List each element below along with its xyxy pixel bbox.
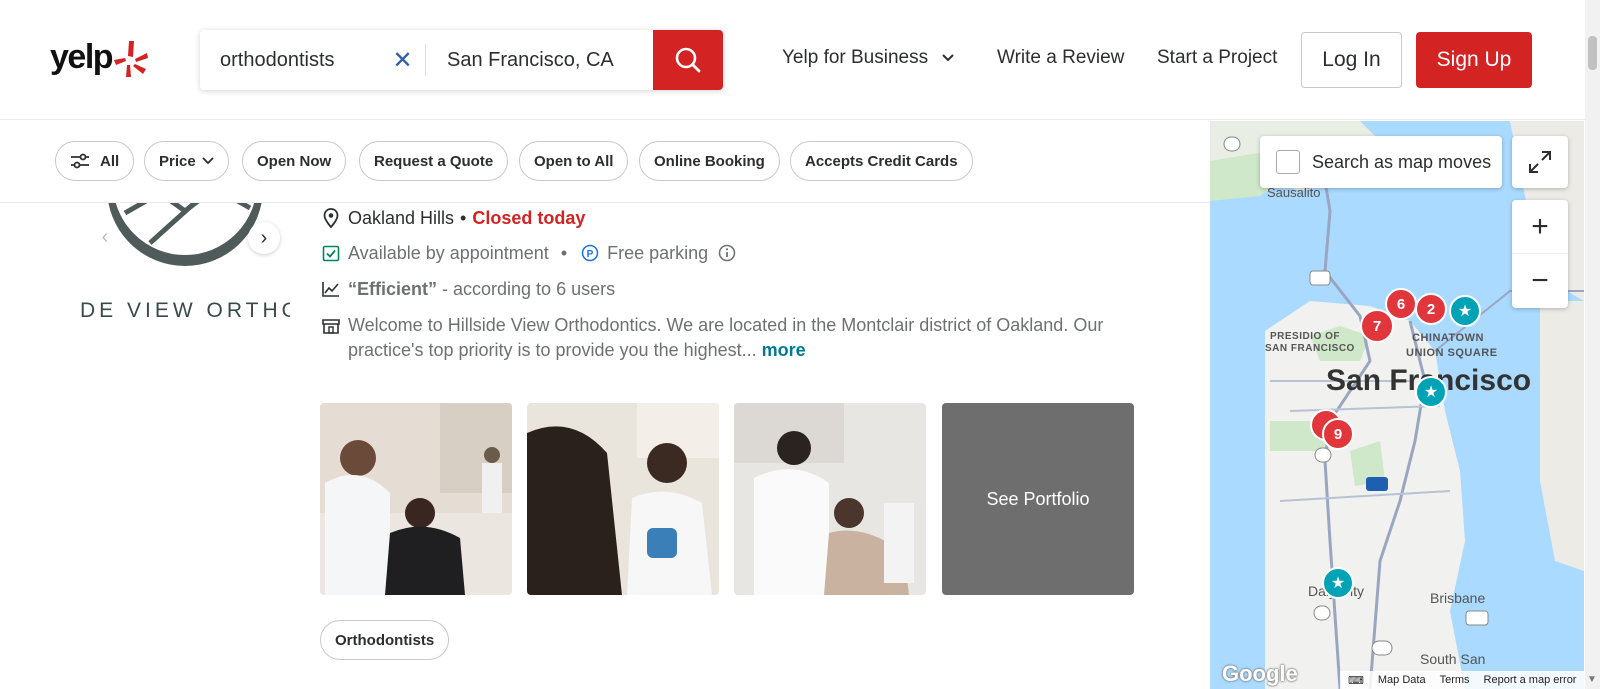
map-pin-icon (320, 207, 342, 229)
write-review-link[interactable]: Write a Review (997, 47, 1124, 69)
start-project-link[interactable]: Start a Project (1157, 47, 1277, 69)
location-row: Oakland Hills • Closed today (320, 207, 585, 229)
carousel-next-button[interactable]: › (248, 222, 280, 254)
search-result: DE VIEW ORTHODO ‹ › Oakland Hills • Clos… (0, 203, 1210, 689)
star-icon: ★ (1457, 303, 1473, 320)
google-logo: Google (1222, 661, 1298, 686)
parking-text: Free parking (607, 242, 709, 263)
header: yelp orthodontists ✕ San Francisco, CA Y… (0, 0, 1585, 120)
svg-text:P: P (587, 249, 594, 260)
calendar-check-icon (320, 242, 342, 264)
category-tag[interactable]: Orthodontists (320, 620, 450, 660)
report-map-error-link[interactable]: Report a map error (1484, 674, 1577, 686)
zoom-out-button[interactable]: − (1512, 254, 1568, 308)
chevron-down-icon (942, 54, 955, 62)
map-label: SAN FRANCISCO (1265, 343, 1355, 354)
carousel-prev-button[interactable]: ‹ (90, 222, 120, 252)
map-marker-star[interactable]: ★ (1322, 567, 1354, 599)
more-link[interactable]: more (762, 340, 806, 360)
review-highlight-row: “Efficient” - according to 6 users (320, 278, 615, 300)
map-marker[interactable]: 9 (1322, 418, 1354, 450)
chevron-down-icon (202, 157, 214, 165)
storefront-icon (320, 315, 342, 337)
trend-up-icon (320, 278, 342, 300)
search-as-map-moves-label: Search as map moves (1312, 151, 1492, 172)
search-as-map-moves-checkbox[interactable] (1276, 150, 1300, 174)
search-bar: orthodontists ✕ San Francisco, CA (200, 30, 723, 90)
filter-all-chip[interactable]: All (55, 141, 135, 181)
yelp-logo[interactable]: yelp (50, 38, 149, 77)
terms-link[interactable]: Terms (1440, 674, 1470, 686)
yelp-for-business-menu[interactable]: Yelp for Business (782, 47, 955, 69)
map-label: UNION SQUARE (1406, 347, 1498, 359)
star-icon: ★ (1423, 384, 1439, 401)
yelp-for-business-label: Yelp for Business (782, 47, 929, 68)
highlight-source: - according to 6 users (437, 278, 616, 299)
scrollbar-thumb[interactable] (1588, 36, 1597, 70)
map-label: CHINATOWN (1412, 332, 1484, 344)
log-in-button[interactable]: Log In (1301, 32, 1402, 88)
filter-open-now-chip[interactable]: Open Now (242, 141, 347, 181)
search-icon (675, 47, 701, 73)
chevron-right-icon: › (260, 226, 268, 249)
business-logo-text: DE VIEW ORTHODO (80, 299, 290, 322)
close-icon: ✕ (392, 46, 413, 74)
filter-online-booking-chip[interactable]: Online Booking (639, 141, 780, 181)
business-photo[interactable] (320, 403, 512, 595)
plus-icon: + (1531, 209, 1549, 243)
expand-icon (1529, 151, 1551, 173)
zoom-controls: + − (1512, 200, 1568, 308)
map-marker[interactable]: 7 (1360, 309, 1394, 343)
minus-icon: − (1531, 264, 1549, 297)
keyboard-icon[interactable]: ⌨ (1348, 674, 1364, 687)
page-scrollbar[interactable]: ▼ (1585, 0, 1600, 689)
sliders-icon (71, 153, 89, 169)
highlight-quote: “Efficient” (348, 278, 438, 299)
star-icon: ★ (1330, 575, 1346, 592)
description-body: Welcome to Hillside View Orthodontics. W… (348, 315, 1104, 360)
map-marker[interactable]: 2 (1415, 293, 1447, 325)
business-photo[interactable] (527, 403, 719, 595)
filter-price-label: Price (159, 152, 196, 170)
amenities-row: Available by appointment • P Free parkin… (320, 242, 744, 264)
filter-all-label: All (100, 152, 120, 170)
description-row: Welcome to Hillside View Orthodontics. W… (320, 313, 1120, 363)
filter-request-quote-chip[interactable]: Request a Quote (359, 141, 509, 181)
description-text: Welcome to Hillside View Orthodontics. W… (348, 313, 1120, 363)
sign-up-button[interactable]: Sign Up (1416, 32, 1532, 88)
zoom-in-button[interactable]: + (1512, 200, 1568, 254)
map-marker-star[interactable]: ★ (1449, 295, 1481, 327)
search-term-input[interactable]: orthodontists (200, 30, 380, 90)
parking-icon: P (579, 242, 601, 264)
filter-price-chip[interactable]: Price (144, 141, 229, 181)
search-as-map-moves-toggle[interactable]: Search as map moves (1260, 136, 1502, 188)
yelp-burst-icon (114, 40, 149, 77)
filter-bar: All Price Open Now Request a Quote Open … (0, 121, 1210, 203)
search-button[interactable] (653, 30, 723, 90)
scroll-down-arrow-icon[interactable]: ▼ (1587, 674, 1597, 685)
appointment-text: Available by appointment (348, 242, 549, 263)
yelp-logo-wordmark: yelp (50, 38, 114, 76)
neighborhood-text: Oakland Hills (348, 207, 455, 228)
map-label: South San (1420, 651, 1486, 667)
map-marker-star[interactable]: ★ (1415, 376, 1447, 408)
map-data-link[interactable]: Map Data (1378, 674, 1426, 686)
map[interactable]: Sausalito PRESIDIO OF SAN FRANCISCO CHIN… (1210, 121, 1584, 689)
see-portfolio-button[interactable]: See Portfolio (942, 403, 1134, 595)
search-location-input[interactable]: San Francisco, CA (426, 30, 653, 90)
map-label: Brisbane (1430, 590, 1486, 606)
business-photo[interactable] (734, 403, 926, 595)
clear-search-button[interactable]: ✕ (380, 30, 425, 90)
hours-status: Closed today (472, 207, 586, 228)
map-footer: ⌨ Map Data Terms Report a map error (1340, 671, 1584, 689)
chevron-left-icon: ‹ (101, 225, 109, 248)
expand-map-button[interactable] (1512, 136, 1568, 188)
filter-accepts-credit-cards-chip[interactable]: Accepts Credit Cards (790, 141, 973, 181)
map-label: PRESIDIO OF (1270, 331, 1340, 342)
info-icon[interactable] (716, 242, 738, 264)
filter-open-to-all-chip[interactable]: Open to All (519, 141, 629, 181)
